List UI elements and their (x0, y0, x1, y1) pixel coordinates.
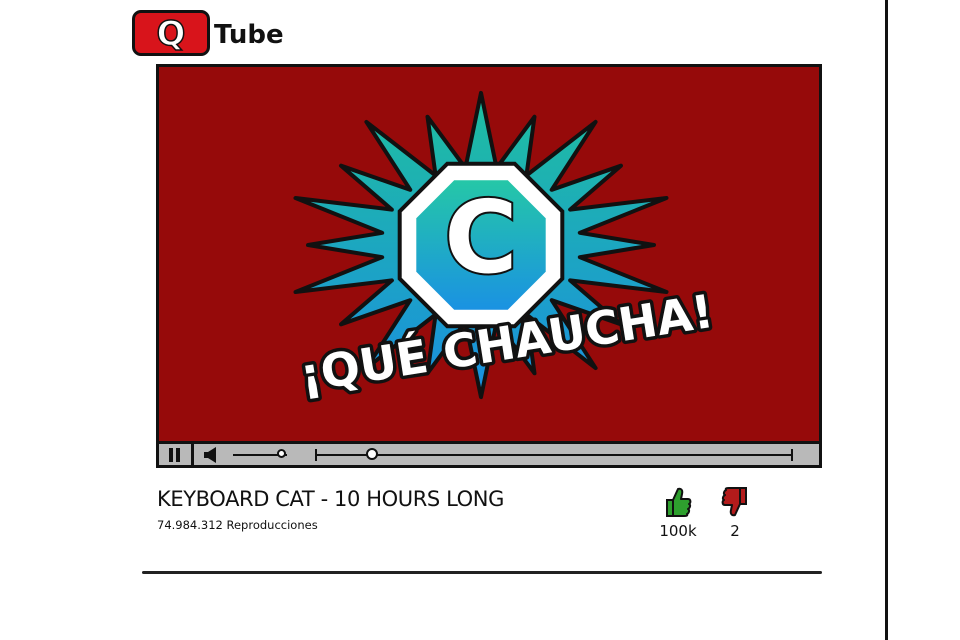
pause-icon[interactable] (167, 448, 181, 462)
speaker-icon[interactable] (203, 447, 221, 463)
thumbs-down-icon (721, 487, 747, 517)
video-title[interactable]: KEYBOARD CAT - 10 HOURS LONG (157, 487, 504, 511)
dislike-button[interactable]: 2 (713, 486, 757, 540)
like-count: 100k (659, 522, 697, 540)
view-count: 74.984.312 Reproducciones (157, 518, 318, 532)
player-controls (159, 441, 819, 465)
like-button[interactable]: 100k (656, 486, 700, 540)
page-right-border (885, 0, 888, 640)
emblem-letter: C (444, 179, 517, 296)
thumbs-up-icon (666, 487, 692, 517)
volume-knob[interactable] (276, 449, 286, 458)
controls-divider (191, 444, 194, 465)
seek-bar[interactable] (315, 454, 793, 456)
video-player[interactable]: C ¡QUÉ CHAUCHA! (156, 64, 822, 468)
logo-text: Tube (214, 20, 284, 50)
logo-letter: Q (157, 14, 186, 53)
logo-badge: Q (132, 10, 210, 56)
site-logo[interactable]: Q Tube (132, 10, 284, 56)
seek-end-tick (791, 449, 793, 461)
section-divider (142, 571, 822, 574)
logo-q-icon: Q (156, 13, 186, 53)
seek-knob[interactable] (366, 448, 379, 460)
video-thumbnail[interactable]: C ¡QUÉ CHAUCHA! (159, 67, 819, 441)
dislike-count: 2 (730, 522, 740, 540)
